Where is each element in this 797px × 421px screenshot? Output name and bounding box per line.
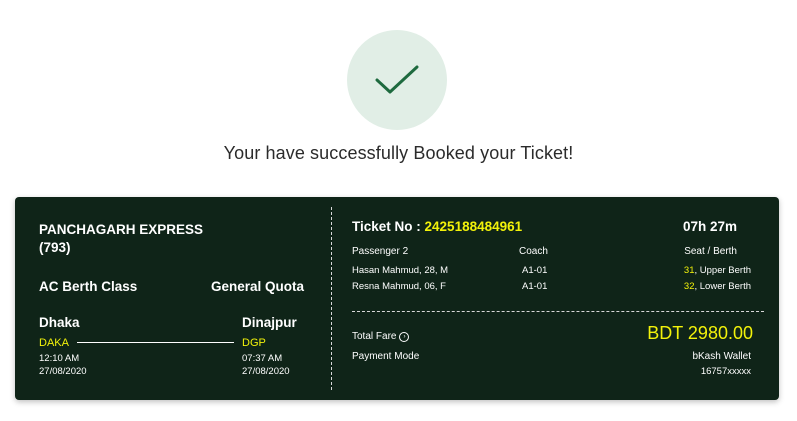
payment-mode-label: Payment Mode [352,351,420,362]
berth-type: , Upper Berth [694,265,752,276]
passenger-seat: 31, Upper Berth [684,265,751,276]
departure-time: 12:10 AM [39,353,80,364]
payment-account: 16757xxxxx [700,366,751,377]
journey-duration: 07h 27m [682,219,737,234]
total-fare-label: Total Fare [352,331,397,342]
origin-city: Dhaka [39,315,80,330]
departure-info: 12:10 AM 27/08/2020 [39,352,87,378]
coach-header: Coach [519,246,548,257]
train-number: (793) [39,240,71,255]
origin-code: DAKA [39,337,69,349]
fare-divider [352,311,764,312]
ticket-card: PANCHAGARH EXPRESS (793) AC Berth Class … [15,197,779,400]
passenger-name: Resna Mahmud, 06, F [352,281,446,292]
ticket-number: 2425188484961 [424,219,523,234]
payment-method: bKash Wallet [692,351,751,362]
total-fare-label-row: Total Fare › [352,331,410,342]
arrival-info: 07:37 AM 27/08/2020 [242,352,290,378]
quota: General Quota [210,279,304,294]
success-check-circle [347,30,447,130]
seat-header: Seat / Berth [684,246,737,257]
passenger-header: Passenger 2 [352,246,409,257]
berth-type: , Lower Berth [694,281,752,292]
departure-date: 27/08/2020 [39,366,87,377]
ticket-number-row: Ticket No : 2425188484961 [352,219,522,234]
checkmark-icon [375,65,419,94]
success-message: Your have successfully Booked your Ticke… [223,143,574,163]
passenger-name: Hasan Mahmud, 28, M [352,265,449,276]
passenger-seat: 32, Lower Berth [684,281,751,292]
ticket-vertical-divider [331,207,332,390]
route-line [77,342,234,343]
destination-code: DGP [242,337,266,349]
total-fare: BDT 2980.00 [647,323,753,343]
train-info: PANCHAGARH EXPRESS (793) [39,221,203,257]
info-icon[interactable]: › [399,331,410,342]
destination-city: Dinajpur [242,315,297,330]
arrival-date: 27/08/2020 [242,366,290,377]
passenger-coach: A1-01 [522,265,548,276]
ticket-number-label: Ticket No : [352,219,421,234]
passenger-coach: A1-01 [522,281,548,292]
arrival-time: 07:37 AM [242,353,283,364]
seat-number: 32 [683,281,695,292]
seat-number: 31 [683,265,695,276]
train-name: PANCHAGARH EXPRESS [39,222,204,237]
berth-class: AC Berth Class [39,279,138,294]
